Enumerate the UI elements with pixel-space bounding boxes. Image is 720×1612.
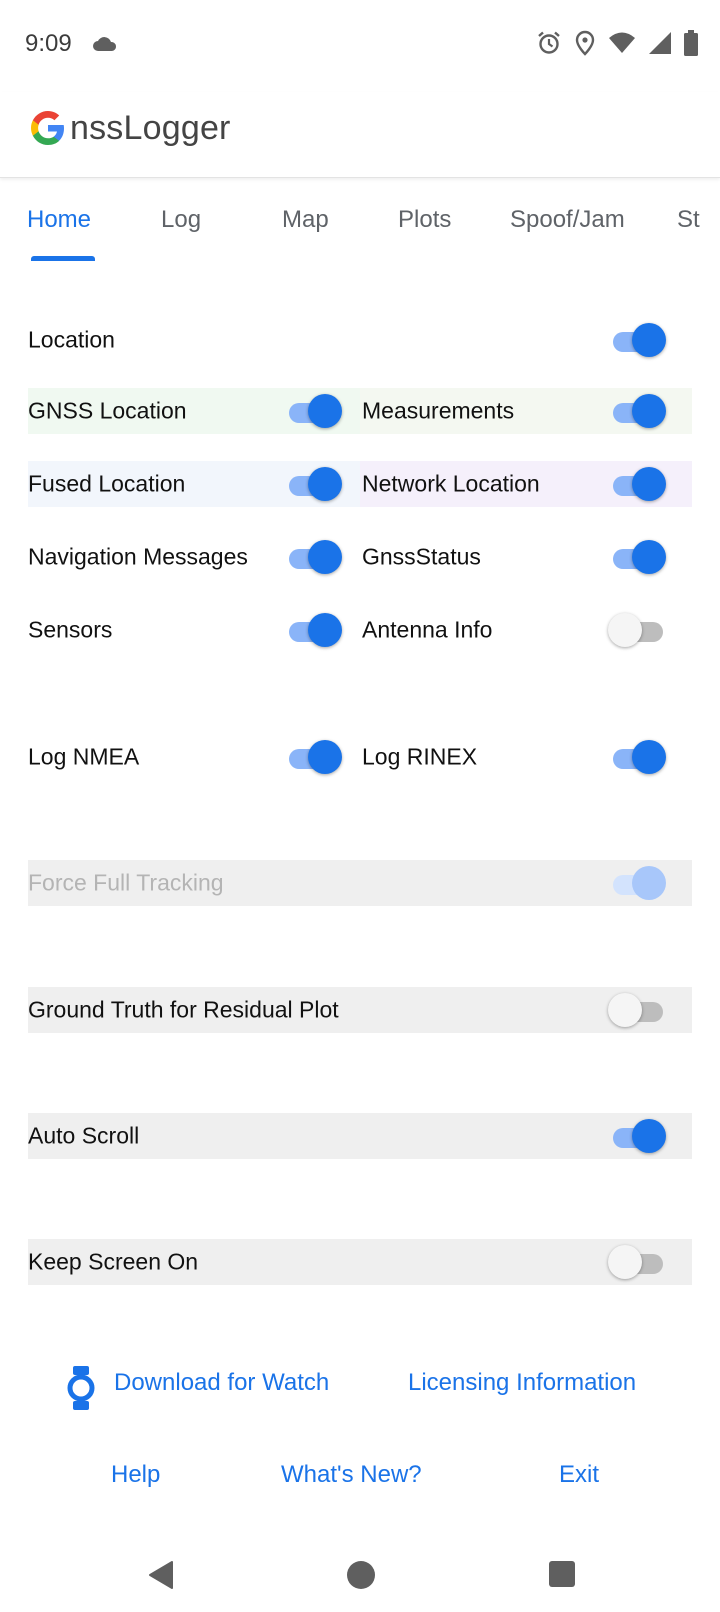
gnss-status-cell: GnssStatus [360,534,692,580]
location-row: Location [28,317,692,363]
log-rinex-cell: Log RINEX [360,734,692,780]
sensors-label: Sensors [28,616,113,643]
navigation-messages-cell: Navigation Messages [28,534,360,580]
log-nmea-switch[interactable] [286,739,344,775]
auto-scroll-switch[interactable] [610,1118,668,1154]
fused-location-label: Fused Location [28,470,186,497]
gnss-location-switch[interactable] [286,393,344,429]
ground-truth-label: Ground Truth for Residual Plot [28,996,339,1023]
navigation-messages-switch[interactable] [286,539,344,575]
tab-spoof-jam[interactable]: Spoof/Jam [510,206,625,234]
location-label: Location [28,326,115,353]
gnss-location-cell: GNSS Location [28,388,360,434]
app-title: nssLogger [70,108,231,147]
system-nav-bar [0,1540,720,1612]
back-icon[interactable] [146,1560,174,1595]
location-pin-icon [574,30,596,56]
google-g-icon [31,111,64,145]
gnss-location-label: GNSS Location [28,397,187,424]
fused-location-cell: Fused Location [28,461,360,507]
log-nmea-label: Log NMEA [28,743,140,770]
log-nmea-cell: Log NMEA [28,734,360,780]
keep-screen-on-label: Keep Screen On [28,1248,199,1275]
licensing-information-link[interactable]: Licensing Information [408,1369,636,1397]
network-location-switch[interactable] [610,466,668,502]
cloud-icon [92,36,118,57]
fused-network-row: Fused Location Network Location [28,461,692,507]
download-for-watch-link[interactable]: Download for Watch [114,1369,329,1397]
keep-screen-on-row: Keep Screen On [28,1239,692,1285]
force-full-tracking-label: Force Full Tracking [28,869,224,896]
antenna-info-switch[interactable] [608,612,666,648]
tab-map[interactable]: Map [282,206,329,234]
gnss-measurements-row: GNSS Location Measurements [28,388,692,434]
sensors-antenna-row: Sensors Antenna Info [28,607,692,653]
watch-icon[interactable] [66,1366,96,1415]
force-full-tracking-row: Force Full Tracking [28,860,692,906]
status-bar: 9:09 [0,0,720,92]
tab-status[interactable]: St [677,206,700,234]
whats-new-link[interactable]: What's New? [281,1461,422,1489]
wifi-icon [608,31,636,55]
navigation-messages-label: Navigation Messages [28,543,248,570]
gnss-status-label: GnssStatus [362,543,481,570]
app-bar: nssLogger [0,92,720,178]
auto-scroll-row: Auto Scroll [28,1113,692,1159]
exit-link[interactable]: Exit [559,1461,599,1489]
ground-truth-switch[interactable] [608,992,666,1028]
tab-plots[interactable]: Plots [398,206,451,234]
network-location-cell: Network Location [360,461,692,507]
antenna-info-cell: Antenna Info [360,607,692,653]
home-icon[interactable] [346,1560,376,1595]
gnss-status-switch[interactable] [610,539,668,575]
log-rinex-label: Log RINEX [362,743,478,770]
log-nmea-rinex-row: Log NMEA Log RINEX [28,734,692,780]
help-link[interactable]: Help [111,1461,160,1489]
tab-bar: Home Log Map Plots Spoof/Jam St [0,180,720,266]
battery-icon [684,30,698,56]
fused-location-switch[interactable] [286,466,344,502]
recents-icon[interactable] [548,1560,576,1593]
sensors-cell: Sensors [28,607,360,653]
cell-signal-icon [648,31,672,55]
ground-truth-row: Ground Truth for Residual Plot [28,987,692,1033]
antenna-info-label: Antenna Info [362,616,493,643]
tab-log[interactable]: Log [161,206,201,234]
tab-indicator [31,256,95,261]
measurements-switch[interactable] [610,393,668,429]
alarm-icon [536,30,562,56]
tab-home[interactable]: Home [27,206,91,234]
app-logo: nssLogger [28,108,231,148]
force-full-tracking-switch [610,865,668,901]
keep-screen-on-switch[interactable] [608,1244,666,1280]
navmsg-gnssstatus-row: Navigation Messages GnssStatus [28,534,692,580]
auto-scroll-label: Auto Scroll [28,1122,140,1149]
measurements-label: Measurements [362,397,515,424]
log-rinex-switch[interactable] [610,739,668,775]
measurements-cell: Measurements [360,388,692,434]
sensors-switch[interactable] [286,612,344,648]
location-switch[interactable] [610,322,668,358]
status-time: 9:09 [25,30,72,57]
network-location-label: Network Location [362,470,540,497]
